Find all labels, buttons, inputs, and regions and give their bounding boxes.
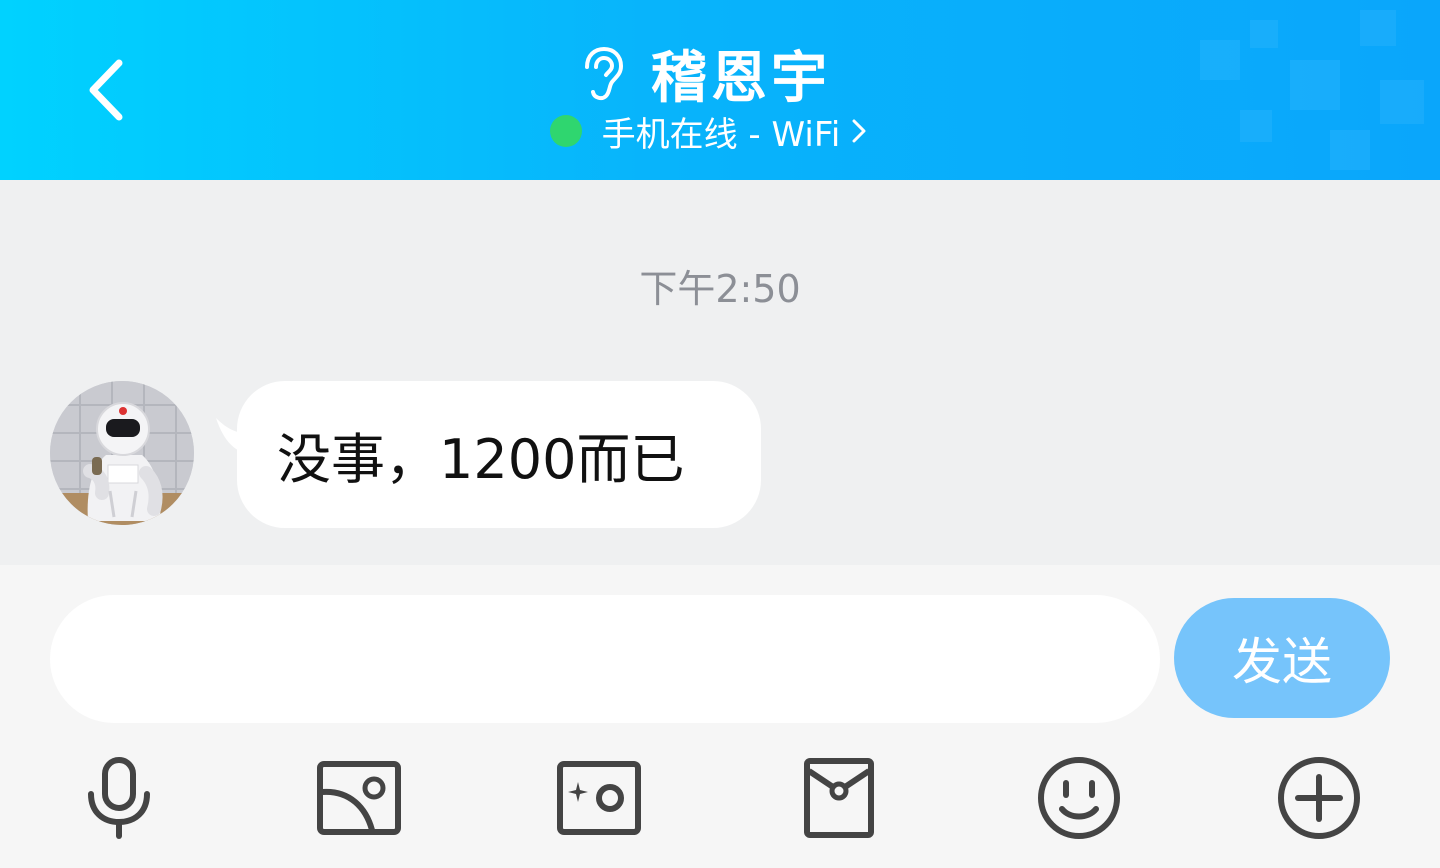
online-status[interactable]: 手机在线 - WiFi <box>0 108 1440 155</box>
online-status-dot <box>549 115 582 147</box>
avatar[interactable] <box>50 381 194 525</box>
emoji-button[interactable] <box>1034 753 1124 843</box>
send-button[interactable]: 发送 <box>1174 598 1390 718</box>
red-packet-icon <box>804 758 874 838</box>
red-packet-button[interactable] <box>794 753 884 843</box>
title-row: 稽恩宇 <box>0 36 1440 111</box>
image-icon <box>317 761 401 835</box>
message-input[interactable] <box>50 595 1160 723</box>
online-status-text: 手机在线 - WiFi <box>601 114 841 155</box>
more-button[interactable] <box>1274 753 1364 843</box>
smiley-icon <box>1038 757 1120 839</box>
chevron-right-icon <box>852 119 866 143</box>
camera-icon <box>557 761 641 835</box>
message-text: 没事，1200而已 <box>277 428 685 491</box>
chat-header: 稽恩宇 手机在线 - WiFi <box>0 0 1440 180</box>
astronaut-avatar-image <box>50 381 194 525</box>
plus-circle-icon <box>1278 757 1360 839</box>
chat-screen: 稽恩宇 手机在线 - WiFi 下午2:50 没事，1200而已 发送 <box>0 0 1440 868</box>
camera-button[interactable] <box>554 753 644 843</box>
contact-name: 稽恩宇 <box>651 45 831 111</box>
input-bar: 发送 <box>0 565 1440 868</box>
ear-icon[interactable] <box>579 45 625 101</box>
message-timestamp: 下午2:50 <box>639 267 801 311</box>
microphone-icon <box>88 757 150 839</box>
photo-button[interactable] <box>314 753 404 843</box>
voice-button[interactable] <box>74 753 164 843</box>
incoming-message-bubble[interactable]: 没事，1200而已 <box>237 381 761 528</box>
message-list[interactable]: 下午2:50 没事，1200而已 <box>0 180 1440 565</box>
